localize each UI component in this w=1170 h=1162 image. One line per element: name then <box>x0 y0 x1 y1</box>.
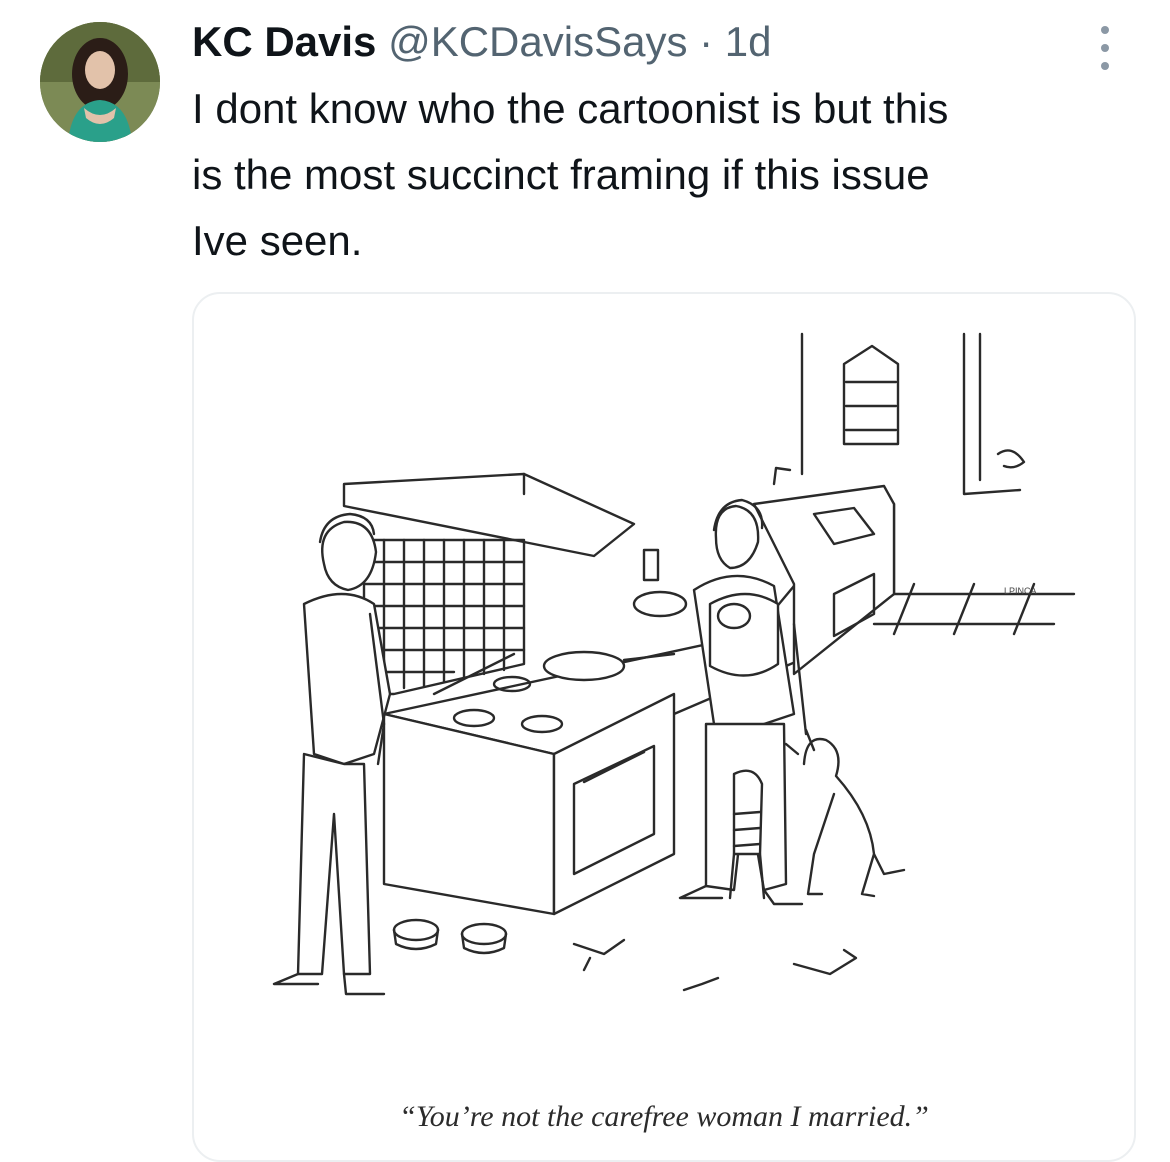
tweet-media-image[interactable]: LPINCA “You’re not the carefree woman I … <box>192 292 1136 1162</box>
more-options-icon[interactable] <box>1098 26 1112 70</box>
author-handle[interactable]: @KCDavisSays <box>388 18 687 65</box>
cartoon-illustration: LPINCA <box>272 332 1076 996</box>
tweet-timestamp[interactable]: 1d <box>725 18 772 65</box>
tweet-text-line: is the most succinct framing if this iss… <box>192 151 930 198</box>
backsplash <box>362 538 526 696</box>
tweet[interactable]: KC Davis @KCDavisSays · 1d I dont know w… <box>0 0 1170 1162</box>
tweet-text: I dont know who the cartoonist is but th… <box>192 76 1142 274</box>
separator-dot: · <box>699 18 714 65</box>
cartoon-caption: “You’re not the carefree woman I married… <box>399 1100 929 1133</box>
man-figure <box>272 512 392 996</box>
author-name[interactable]: KC Davis <box>192 18 376 65</box>
dog-figure <box>784 728 906 898</box>
spice-rack <box>842 344 900 446</box>
range-hood <box>342 472 636 558</box>
tweet-text-line: I dont know who the cartoonist is but th… <box>192 85 949 132</box>
profile-avatar[interactable] <box>40 22 160 142</box>
svg-text:LPINCA: LPINCA <box>1004 586 1037 596</box>
tweet-text-line: Ive seen. <box>192 217 363 264</box>
tweet-header: KC Davis @KCDavisSays · 1d <box>192 14 1110 70</box>
